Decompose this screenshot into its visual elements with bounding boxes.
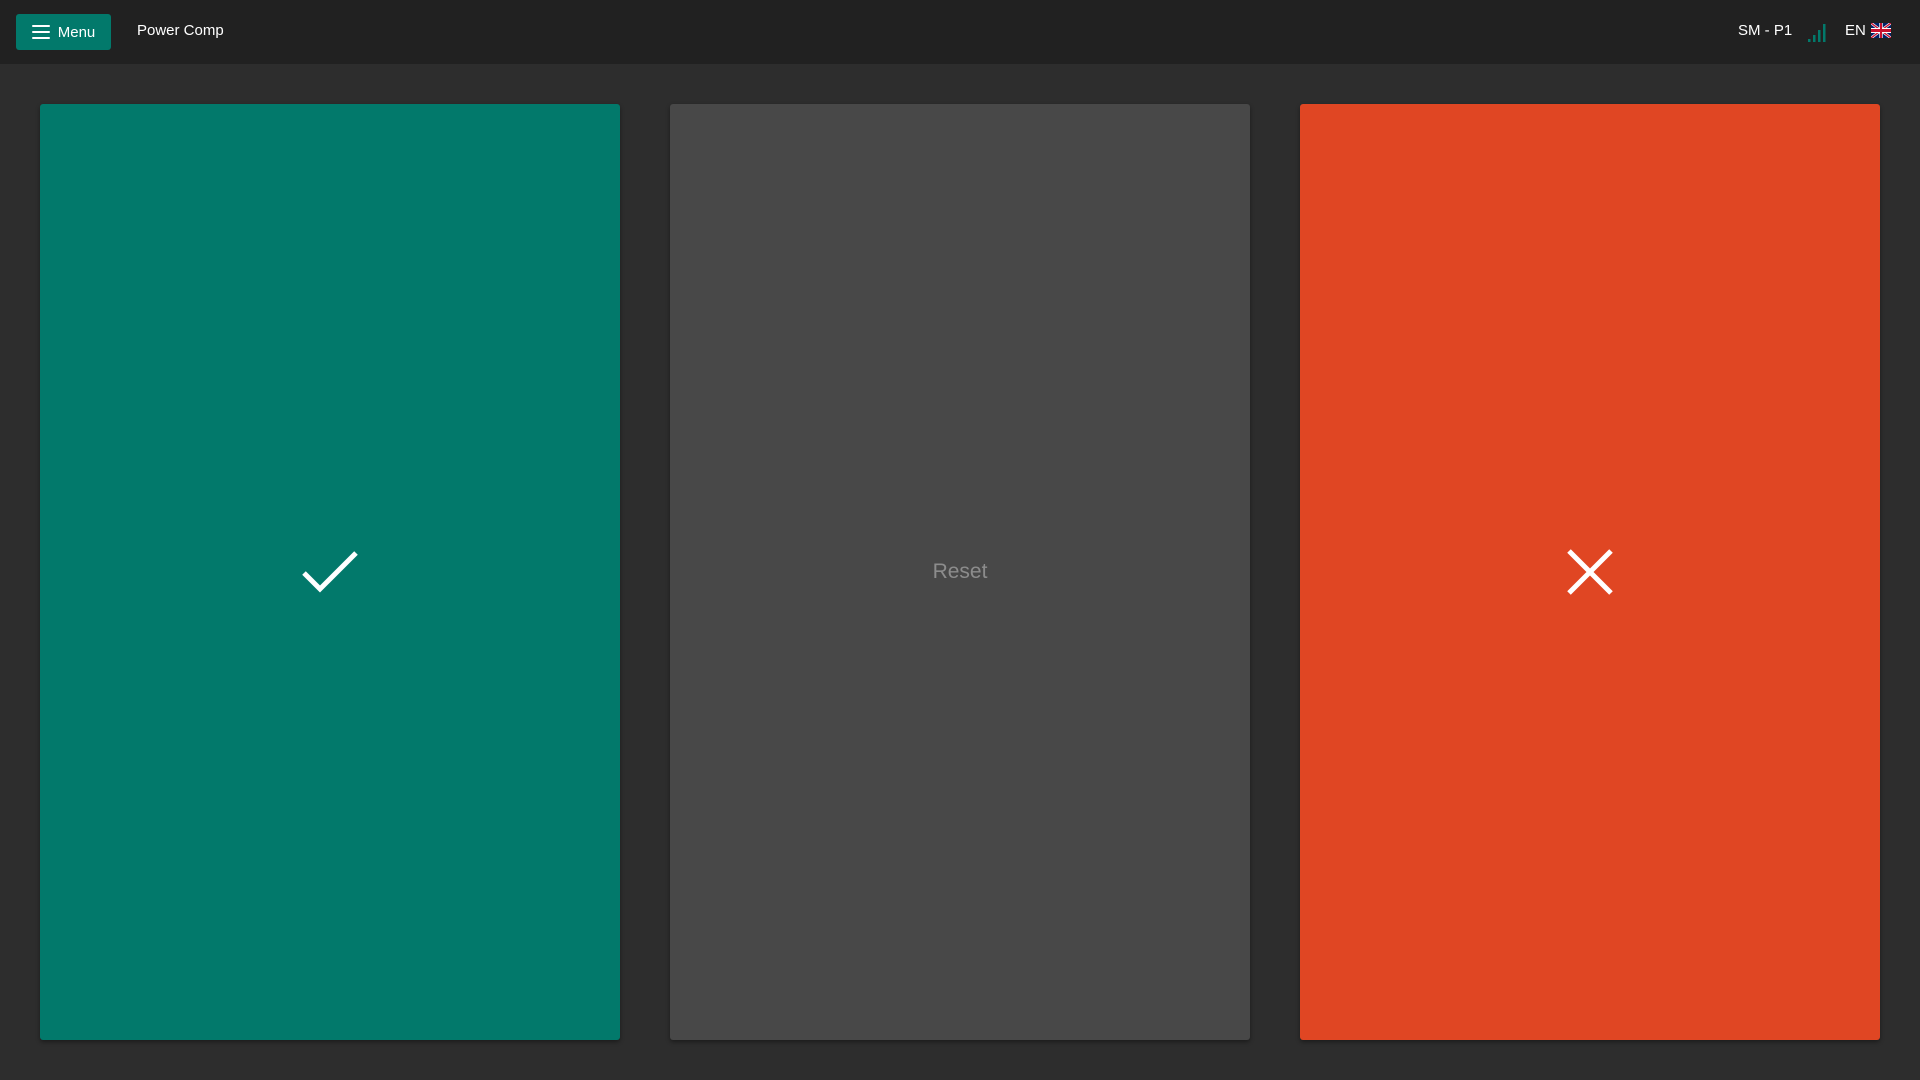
top-bar: Menu Power Comp SM - P1 EN [0,0,1920,64]
signal-strength-icon [1808,24,1826,42]
accept-panel-button[interactable] [40,104,620,1040]
reject-panel-button[interactable] [1300,104,1880,1040]
menu-button-label: Menu [57,23,96,41]
language-selector[interactable]: EN [1845,22,1891,39]
language-label: EN [1845,22,1866,39]
checkmark-icon [302,551,358,593]
uk-flag-icon [1870,23,1891,38]
station-label: SM - P1 [1738,22,1793,39]
reset-panel-button[interactable]: Reset [670,104,1250,1040]
app-title: Power Comp [137,22,224,39]
menu-button[interactable]: Menu [16,14,111,50]
reset-label: Reset [932,560,988,583]
hamburger-icon [31,25,50,39]
close-icon [1567,549,1613,595]
